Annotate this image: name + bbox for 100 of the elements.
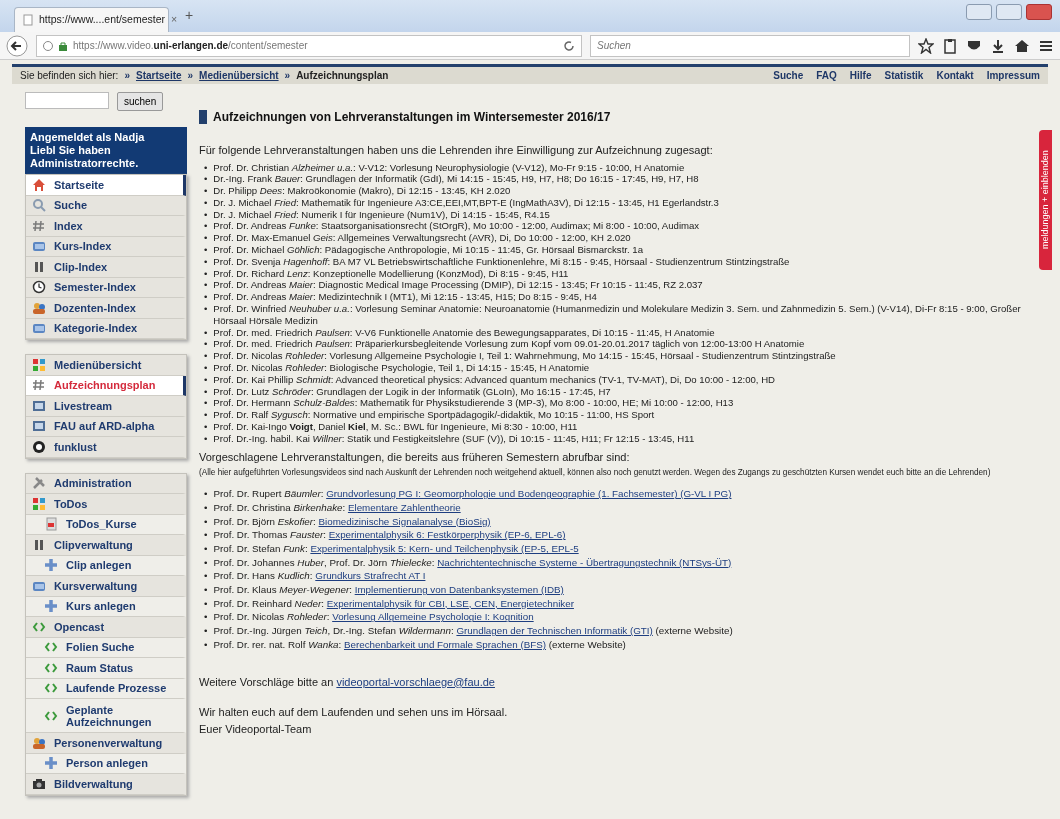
course-entry: Prof. Dr. med. Friedrich Paulsen: Präparierkursbegleitende Vorlesung zum Kopf vom 09.01-20.01.2017 täglich von 12:00-13:00 H Anatomie — [213, 338, 805, 351]
nav-link[interactable]: Geplante Aufzeichnungen — [26, 699, 186, 733]
bullet-glyph: • — [204, 161, 208, 174]
nav-link[interactable]: Kategorie-Index — [26, 318, 186, 339]
course-entry: Prof. Dr. Christian Alzheimer u.a.: V-V12: Vorlesung Neurophysiologie (V-V12), Mo-Fr 9:15 - 10:00, H Anatomie — [213, 161, 685, 174]
bullet-glyph: • — [204, 326, 208, 339]
course-entry: Prof. Dr. Andreas Maier: Diagnostic Medical Image Processing (DMIP), Di 12:15 - 13:45; Fr 10:15 - 11:45, RZ 2.037 — [213, 279, 703, 292]
bullet-glyph: • — [204, 267, 208, 280]
bullet-glyph: • — [204, 583, 208, 597]
search-button[interactable]: suchen — [117, 92, 164, 111]
breadcrumb-link[interactable]: Medienübersicht — [199, 68, 279, 83]
top-link[interactable]: Kontakt — [936, 68, 974, 83]
bars-icon — [32, 537, 46, 552]
bullet-glyph: • — [204, 185, 208, 197]
closing-text: Wir halten euch auf dem Laufenden und sehen uns im Hörsaal. — [199, 705, 509, 721]
nav-link[interactable]: Clip-Index — [26, 257, 186, 278]
top-link[interactable]: FAQ — [816, 68, 837, 83]
side-tab[interactable]: meldungen + einblenden — [1039, 130, 1052, 270]
info-icon — [43, 40, 53, 51]
bullet-glyph: • — [204, 528, 208, 542]
course-link[interactable]: Implementierung von Datenbanksystemen (IDB) — [354, 584, 564, 596]
course-entry: Prof. Dr. Nicolas Rohleder: Vorlesung Allgemeine Psychologie I: Kognition — [213, 610, 534, 625]
close-icon[interactable]: × — [171, 12, 178, 28]
course-entry: Prof. Dr. Björn Eskofier: Biomedizinische Signalanalyse (BioSig) — [213, 514, 491, 529]
nav-link[interactable]: Personenverwaltung — [26, 733, 186, 754]
reload-icon[interactable] — [563, 40, 575, 53]
course-entry: Prof. Dr. Kai-Ingo Voigt, Daniel Kiel, M. Sc.: BWL für Ingenieure, Mi 8:30 - 10:00, H11 — [213, 421, 578, 433]
breadcrumb-link[interactable]: Startseite — [135, 68, 182, 83]
nav-link[interactable]: Raum Status — [26, 658, 186, 679]
bullet-glyph: • — [204, 500, 208, 515]
course-entry: Prof. Dr. Reinhard Neder: Experimentalphysik für CBI, LSE, CEN, Energietechniker — [213, 596, 574, 611]
course-link[interactable]: Grundkurs Strafrecht AT I — [315, 570, 426, 582]
course-entry: Dr. Philipp Dees: Makroökonomie (Makro), Di 12:15 - 13:45, KH 2.020 — [213, 185, 511, 197]
download-icon[interactable] — [990, 37, 1006, 54]
breadcrumb-label: Sie befinden sich hier: — [20, 69, 119, 83]
nav-link[interactable]: Administration — [26, 473, 186, 494]
top-link[interactable]: Suche — [773, 68, 804, 83]
nav-link[interactable]: Aufzeichnungsplan — [26, 375, 186, 396]
top-link[interactable]: Statistik — [884, 68, 924, 83]
bullet-glyph: • — [204, 637, 208, 652]
bullet-glyph: • — [204, 555, 208, 570]
back-icon[interactable] — [6, 34, 28, 57]
nav-link[interactable]: Bildverwaltung — [26, 774, 186, 795]
bullet-glyph: • — [204, 362, 208, 374]
heading-marker — [199, 110, 207, 124]
camera-icon — [32, 776, 46, 791]
grid-icon — [32, 357, 46, 372]
course-link[interactable]: Experimentalphysik 6: Festkörperphysik (EP-6, EPL-6) — [328, 529, 566, 541]
nav-link[interactable]: Medienübersicht — [26, 355, 186, 376]
nav-link[interactable]: Person anlegen — [26, 753, 186, 774]
bullet-glyph: • — [204, 350, 208, 363]
nav-link[interactable]: Clipverwaltung — [26, 535, 186, 556]
course-link[interactable]: Grundvorlesung PG I: Geomorphologie und Bodengeographie (1. Fachsemester) (G-VL I PG) — [326, 488, 732, 500]
nav-link[interactable]: Laufende Prozesse — [26, 678, 186, 699]
monitor-icon — [32, 398, 46, 413]
clipboard-icon[interactable] — [942, 37, 958, 54]
bullet-glyph: • — [204, 624, 208, 638]
nav-link[interactable]: Suche — [26, 195, 186, 216]
course-link[interactable]: Nachrichtentechnische Systeme - Übertragungstechnik (NTSys-ÜT) — [437, 556, 732, 568]
search-icon — [32, 198, 46, 213]
course-link[interactable]: Experimentalphysik für CBI, LSE, CEN, Energietechniker — [326, 597, 574, 609]
closing-text: Euer Videoportal-Team — [199, 722, 313, 738]
nav-link[interactable]: Index — [26, 216, 186, 237]
course-entry: Prof. Dr. Lutz Schröder: Grundlagen der Logik in der Informatik (GLoIn), Mo 16:15 - 17:45, H7 — [213, 385, 611, 398]
bullet-glyph: • — [204, 373, 208, 386]
nav-link[interactable]: ToDos_Kurse — [26, 514, 186, 535]
new-tab-button[interactable]: + — [179, 5, 200, 32]
search-field[interactable]: Suchen — [590, 34, 910, 57]
nav-link[interactable]: Dozenten-Index — [26, 298, 186, 319]
nav-link[interactable]: Kurs anlegen — [26, 596, 186, 617]
nav-link[interactable]: Kursverwaltung — [26, 576, 186, 597]
nav-link[interactable]: FAU auf ARD-alpha — [26, 416, 186, 437]
nav-link[interactable]: Semester-Index — [26, 277, 186, 298]
nav-link[interactable]: Clip anlegen — [26, 555, 186, 576]
course-link[interactable]: Experimentalphysik 5: Kern- und Teilchenphysik (EP-5, EPL-5 — [310, 542, 579, 554]
course-link[interactable]: Grundlagen der Technischen Informatik (GTI) — [456, 625, 653, 637]
course-entry: Prof. Dr. Max-Emanuel Geis: Allgemeines Verwaltungsrecht (AVR), Di, Do 10:00 - 12:00, KH 2.020 — [213, 232, 631, 245]
course-link[interactable]: Biomedizinische Signalanalyse (BioSig) — [318, 515, 491, 527]
course-entry: Prof. Dr. Andreas Maier: Medizintechnik I (MT1), Mi 12:15 - 13:45, H15; Do 8:15 - 9:45, H4 — [213, 291, 597, 304]
nav-link[interactable]: Opencast — [26, 617, 186, 638]
nav-link[interactable]: funklust — [26, 437, 186, 458]
course-link[interactable]: Berechenbarkeit und Formale Sprachen (BFS) — [343, 638, 546, 650]
hash-icon — [32, 378, 46, 393]
course-entry: Prof. Dr. Nicolas Rohleder: Vorlesung Allgemeine Psychologie I, Teil 1: Wahrnehmung, Mo 14:15 - 15:45, Hörsaal - Studienzentrum Stintzingstraße — [213, 350, 836, 363]
nav-link[interactable]: Startseite — [26, 175, 186, 196]
course-entry: Prof. Dr. Andreas Funke: Staatsorganisationsrecht (StOrgR), Mo 10:00 - 12:00, Audimax; Mi 8:00 - 10:00, Audimax — [213, 220, 700, 233]
nav-link[interactable]: ToDos — [26, 494, 186, 515]
home-icon[interactable] — [1014, 37, 1030, 54]
course-link[interactable]: Elementare Zahlentheorie — [347, 501, 461, 513]
nav-link[interactable]: Kurs-Index — [26, 236, 186, 257]
search-field[interactable] — [25, 92, 109, 109]
top-link[interactable]: Hilfe — [849, 68, 872, 83]
nav-link[interactable]: Folien Suche — [26, 637, 186, 658]
nav-link[interactable]: Livestream — [26, 396, 186, 417]
address-bar[interactable]: https://www.video.uni-erlangen.de/content/semester — [36, 34, 582, 57]
course-link[interactable]: Vorlesung Allgemeine Psychologie I: Kognition — [332, 611, 534, 623]
course-entry: Prof. Dr. Stefan Funk: Experimentalphysik 5: Kern- und Teilchenphysik (EP-5, EPL-5 — [213, 541, 579, 556]
top-link[interactable]: Impressum — [986, 68, 1040, 83]
email-link[interactable]: videoportal-vorschlaege@fau.de — [336, 675, 495, 688]
star-icon[interactable] — [918, 37, 934, 54]
